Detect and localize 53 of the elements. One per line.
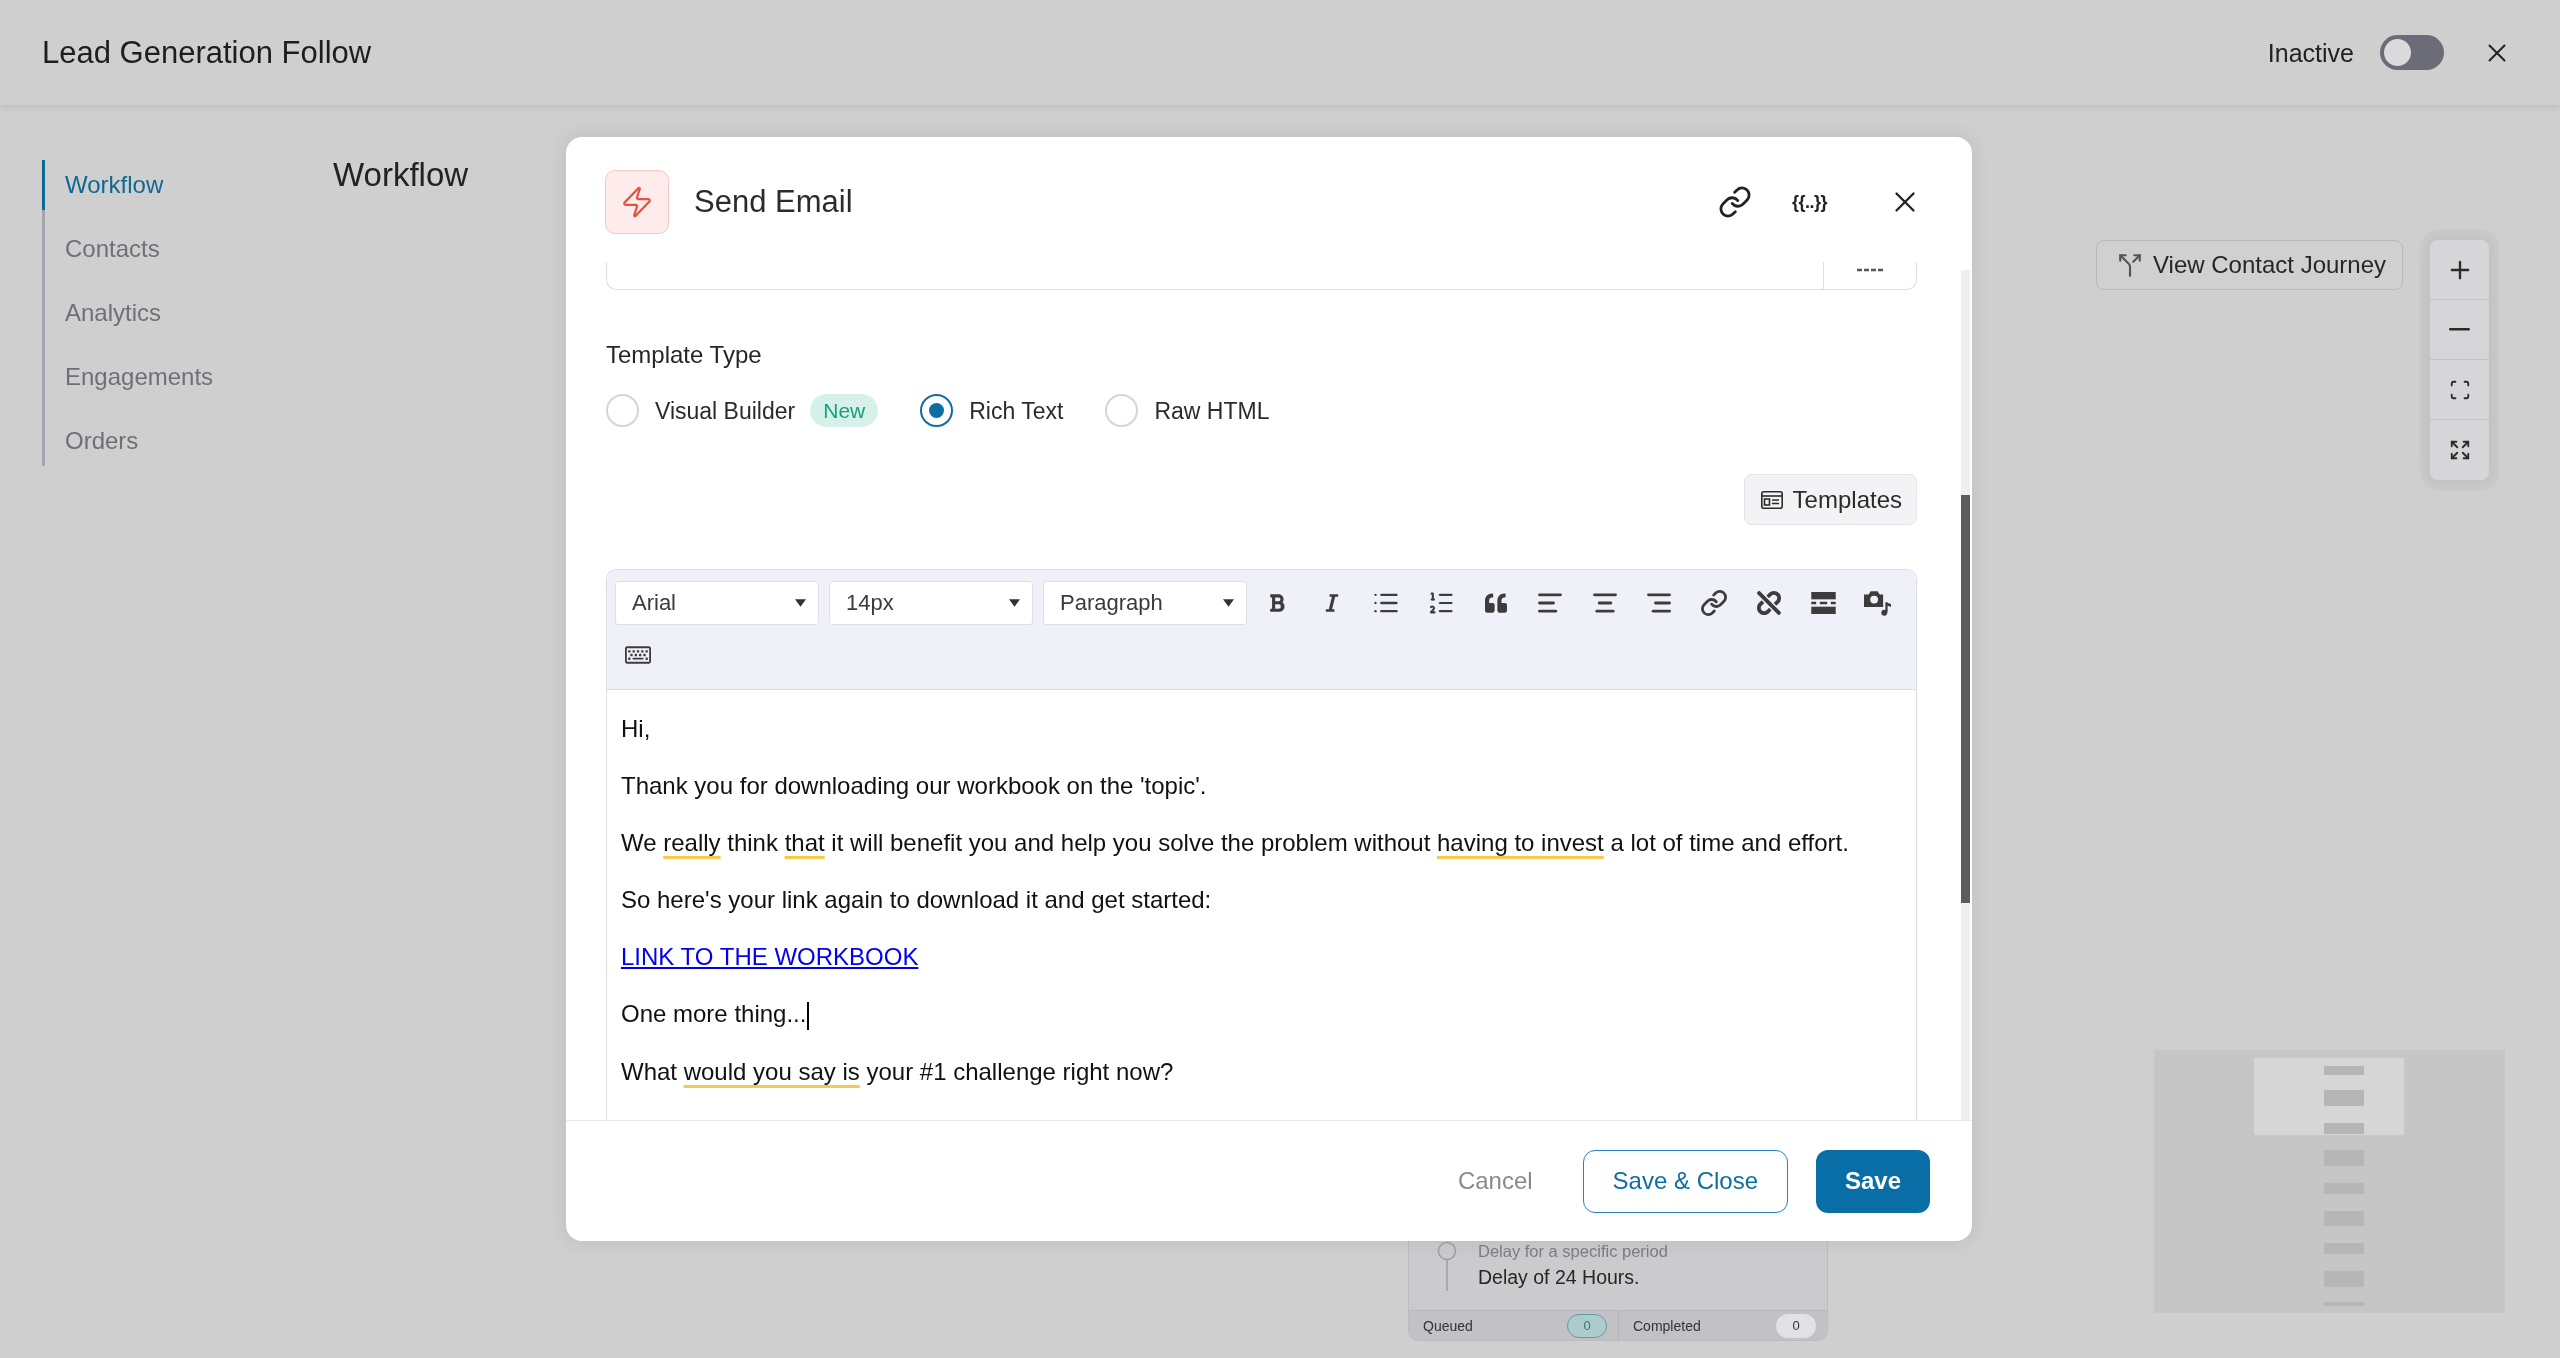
caret-icon — [1009, 599, 1020, 607]
editor-link[interactable]: LINK TO THE WORKBOOK — [621, 943, 919, 970]
field-label: Template Type — [606, 340, 762, 370]
templates-button[interactable]: Templates — [1743, 474, 1917, 525]
media-icon — [1864, 590, 1892, 616]
unlink-icon — [1756, 591, 1781, 615]
radio-label[interactable]: Rich Text — [969, 396, 1064, 425]
page-break-icon — [1810, 592, 1836, 614]
save-button[interactable]: Save — [1816, 1149, 1930, 1213]
dialog-title: Send Email — [694, 183, 853, 221]
lightning-icon — [605, 170, 669, 234]
timeline-icon — [1437, 1241, 1457, 1291]
body-paragraph: We really think that it will benefit you and help you solve the problem without having to invest a lot of time and effort. — [621, 829, 1849, 856]
block-format-select[interactable]: Paragraph — [1043, 581, 1247, 625]
status-label: Inactive — [2267, 37, 2354, 68]
corner-brackets-icon — [2448, 378, 2471, 401]
page-title: Lead Generation Follow — [42, 33, 372, 72]
font-size-select[interactable]: 14px — [829, 581, 1033, 625]
radio-label[interactable]: Visual Builder — [655, 396, 796, 425]
save-close-button[interactable]: Save & Close — [1582, 1149, 1788, 1213]
stat-label: Completed — [1633, 1317, 1701, 1334]
body-paragraph: Hi, — [621, 715, 651, 742]
expand-arrows-icon — [2448, 439, 2471, 461]
font-family-select[interactable]: Arial — [615, 581, 819, 625]
scrollbar-thumb[interactable] — [1961, 495, 1970, 903]
body-paragraph: What would you say is your #1 challenge right now? — [621, 1057, 1174, 1085]
link-icon — [1717, 185, 1752, 219]
variables-button[interactable]: {{..}} — [1791, 190, 1827, 214]
template-icon — [1760, 490, 1783, 509]
section-heading: Workflow — [333, 156, 469, 194]
quote-icon — [1484, 592, 1507, 614]
journey-button[interactable]: View Contact Journey — [2096, 240, 2403, 290]
link-icon — [1700, 589, 1729, 617]
minus-icon — [2449, 328, 2470, 331]
caret-icon — [1223, 599, 1234, 607]
dash-marks-icon — [1857, 268, 1883, 272]
delay-title: Delay of 24 Hours. — [1478, 1265, 1641, 1290]
count-pill: 0 — [1776, 1313, 1816, 1338]
body-paragraph: Thank you for downloading our workbook on the 'topic'. — [621, 772, 1207, 799]
radio-label[interactable]: Raw HTML — [1154, 396, 1270, 425]
delay-subtitle: Delay for a specific period — [1478, 1241, 1668, 1261]
status-toggle[interactable] — [2380, 35, 2444, 70]
link-button[interactable] — [1717, 185, 1752, 219]
input-field[interactable] — [606, 262, 1917, 290]
radio-button[interactable] — [920, 394, 954, 427]
body-paragraph: One more thing... — [621, 1000, 807, 1027]
count-pill: 0 — [1567, 1313, 1607, 1338]
nav-item[interactable]: Workflow — [42, 160, 172, 210]
caret-icon — [795, 599, 806, 607]
fork-arrows-icon — [2117, 252, 2143, 278]
body-paragraph: So here's your link again to download it and get started: — [621, 886, 1212, 913]
feature-badge: New — [810, 394, 879, 427]
stat-label: Queued — [1423, 1317, 1473, 1334]
